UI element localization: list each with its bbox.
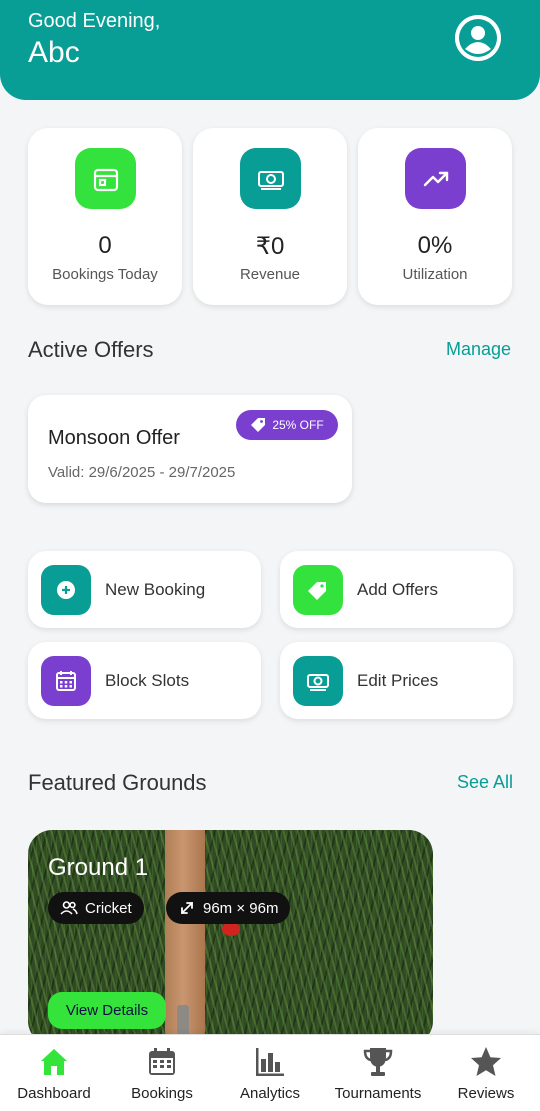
manage-offers-link[interactable]: Manage (446, 339, 511, 360)
trending-up-icon (405, 148, 466, 209)
offer-title: Monsoon Offer (48, 427, 180, 449)
nav-item-dashboard[interactable]: Dashboard (0, 1035, 108, 1111)
expand-icon (181, 902, 193, 914)
featured-grounds-title: Featured Grounds (28, 770, 207, 795)
bar-chart-icon (253, 1045, 287, 1079)
header: Good Evening, Abc (0, 0, 540, 100)
calendar-icon (145, 1045, 179, 1079)
nav-label-analytics: Analytics (239, 1085, 301, 1102)
calendar-icon (75, 148, 136, 209)
discount-badge: 25% OFF (236, 410, 338, 440)
nav-item-analytics[interactable]: Analytics (216, 1035, 324, 1111)
active-offers-title: Active Offers (28, 337, 154, 362)
ground-card[interactable]: Ground 1 Cricket 96m × 96m View Details (28, 830, 433, 1045)
plus-circle-icon (41, 565, 91, 615)
cash-icon (293, 656, 343, 706)
stat-card-utilization: 0% Utilization (358, 128, 512, 305)
ground-photo-ball (222, 922, 240, 936)
offer-card[interactable]: Monsoon Offer 25% OFF Valid: 29/6/2025 -… (28, 395, 352, 503)
discount-badge-label: 25% OFF (272, 418, 324, 432)
cash-icon (240, 148, 301, 209)
ground-name: Ground 1 (48, 854, 149, 881)
profile-avatar-button[interactable] (455, 15, 501, 61)
edit-prices-button[interactable]: Edit Prices (280, 642, 513, 719)
add-offers-label: Add Offers (357, 580, 438, 599)
size-chip: 96m × 96m (166, 892, 291, 924)
nav-label-dashboard: Dashboard (17, 1085, 91, 1102)
add-offers-button[interactable]: Add Offers (280, 551, 513, 628)
nav-item-tournaments[interactable]: Tournaments (324, 1035, 432, 1111)
size-chip-label: 96m × 96m (203, 899, 279, 917)
user-icon (455, 15, 501, 61)
sport-chip: Cricket (48, 892, 144, 924)
block-slots-label: Block Slots (105, 671, 190, 690)
users-icon (60, 901, 78, 915)
tag-icon (293, 565, 343, 615)
bookings-today-label: Bookings Today (52, 266, 158, 283)
view-details-button[interactable]: View Details (48, 992, 166, 1029)
nav-label-tournaments: Tournaments (334, 1085, 422, 1102)
star-icon (469, 1045, 503, 1079)
tag-icon (251, 418, 266, 432)
stat-card-bookings: 0 Bookings Today (28, 128, 182, 305)
bookings-today-value: 0 (98, 232, 112, 259)
home-icon (37, 1045, 71, 1079)
nav-label-reviews: Reviews (457, 1085, 515, 1102)
sport-chip-label: Cricket (85, 899, 132, 917)
utilization-label: Utilization (402, 266, 468, 283)
greeting-text: Good Evening, (28, 10, 161, 32)
nav-label-bookings: Bookings (131, 1085, 193, 1102)
nav-item-reviews[interactable]: Reviews (432, 1035, 540, 1111)
stat-card-revenue: ₹0 Revenue (193, 128, 347, 305)
block-slots-button[interactable]: Block Slots (28, 642, 261, 719)
offer-validity: Valid: 29/6/2025 - 29/7/2025 (48, 464, 236, 481)
nav-item-bookings[interactable]: Bookings (108, 1035, 216, 1111)
user-name: Abc (28, 36, 80, 69)
edit-prices-label: Edit Prices (357, 671, 439, 690)
new-booking-button[interactable]: New Booking (28, 551, 261, 628)
bottom-nav: Dashboard Bookings Analytics Tournaments… (0, 1034, 540, 1111)
revenue-label: Revenue (239, 266, 301, 283)
trophy-icon (361, 1045, 395, 1079)
calendar-grid-icon (41, 656, 91, 706)
new-booking-label: New Booking (105, 580, 206, 599)
see-all-grounds-link[interactable]: See All (457, 772, 513, 793)
utilization-value: 0% (417, 232, 453, 259)
revenue-value: ₹0 (255, 233, 285, 260)
